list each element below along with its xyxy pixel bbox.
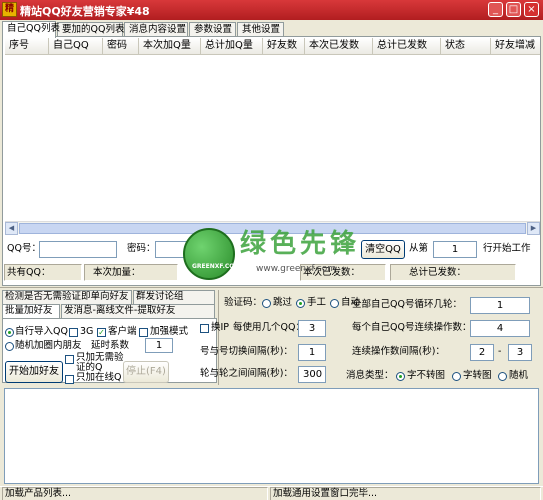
qq-label: QQ号： bbox=[7, 243, 41, 254]
only-no-verify-checkbox[interactable] bbox=[65, 355, 74, 364]
verify-skip-radio[interactable] bbox=[262, 299, 271, 308]
round-interval-label: 轮与轮之间间隔(秒)： bbox=[200, 368, 293, 379]
tab-group-discussion[interactable]: 群发讨论组 bbox=[133, 290, 215, 304]
total-sent-label: 总计已发数： bbox=[409, 267, 467, 278]
from-row-input[interactable]: 1 bbox=[433, 241, 477, 258]
col-header-total-add[interactable]: 总计加Q量 bbox=[201, 38, 263, 55]
only-online-label: 只加在线Q bbox=[76, 372, 122, 383]
msg-type-image-radio[interactable] bbox=[452, 372, 461, 381]
col-header-friends[interactable]: 好友数 bbox=[263, 38, 305, 55]
opt-boost-checkbox[interactable] bbox=[139, 328, 148, 337]
col-header-this-sent[interactable]: 本次已发数 bbox=[305, 38, 373, 55]
auto-import-radio[interactable] bbox=[5, 328, 14, 337]
msg-type-no-image-radio[interactable] bbox=[396, 372, 405, 381]
status-right: 加载通用设置窗口完毕... bbox=[270, 487, 541, 500]
opt-client-label: 客户端 bbox=[108, 326, 137, 337]
verify-manual-radio[interactable] bbox=[296, 299, 305, 308]
qq-interval-label: 号与号切换间隔(秒)： bbox=[200, 346, 293, 357]
stop-button[interactable]: 停止(F4) bbox=[123, 361, 169, 383]
tab-own-qq-list[interactable]: 自己QQ列表 bbox=[2, 21, 60, 38]
total-qq-stat: 共有QQ： bbox=[4, 264, 82, 281]
msg-type-random-label: 随机 bbox=[509, 370, 529, 381]
maximize-button[interactable]: □ bbox=[506, 2, 521, 17]
consecutive-input[interactable]: 4 bbox=[470, 320, 530, 337]
opt-boost-label: 加强模式 bbox=[150, 326, 189, 337]
watermark-logo-text: GREENXF.COM bbox=[192, 263, 241, 270]
op-interval-separator: - bbox=[498, 346, 502, 357]
tab-other-settings[interactable]: 其他设置 bbox=[237, 22, 284, 37]
qq-grid[interactable]: 序号 自己QQ 密码 本次加Q量 总计加Q量 好友数 本次已发数 总计已发数 状… bbox=[5, 38, 540, 228]
col-header-status[interactable]: 状态 bbox=[441, 38, 491, 55]
cycle-label: 全部自己QQ号循环几轮： bbox=[352, 299, 462, 310]
tab-check-one-way-friend[interactable]: 检测是否无需验证即单向好友 bbox=[2, 290, 132, 304]
only-no-verify-label: 只加无需验证的Q bbox=[76, 352, 124, 373]
qq-input[interactable] bbox=[39, 241, 117, 258]
col-header-this-add[interactable]: 本次加Q量 bbox=[139, 38, 201, 55]
col-header-friend-change[interactable]: 好友增减 bbox=[491, 38, 540, 55]
this-add-stat: 本次加量： bbox=[84, 264, 178, 281]
verify-manual-label: 手工 bbox=[307, 297, 327, 308]
app-icon: 精 bbox=[2, 2, 17, 17]
watermark-brand: 绿色先锋 bbox=[240, 229, 361, 259]
batch-add-panel: 自行导入QQ 3G ✓ 客户端 加强模式 随机加圈内朋友 延时系数 1 开始加好… bbox=[2, 318, 217, 384]
op-interval-label: 连续操作数间隔(秒)： bbox=[352, 346, 445, 357]
tab-send-msg-offline-file[interactable]: 发消息-离线文件-提取好友 bbox=[61, 304, 215, 318]
app-window: 精 精站QQ好友营销专家¥48 _ □ × 自己QQ列表 要加的QQ列表 消息内… bbox=[0, 0, 543, 500]
per-qq-input[interactable]: 3 bbox=[298, 320, 326, 337]
col-header-own-qq[interactable]: 自己QQ bbox=[49, 38, 103, 55]
scroll-right-icon[interactable]: ▶ bbox=[527, 222, 540, 235]
opt-3g-label: 3G bbox=[80, 326, 94, 337]
change-ip-checkbox[interactable] bbox=[200, 324, 209, 333]
col-header-total-sent[interactable]: 总计已发数 bbox=[373, 38, 441, 55]
from-row-label: 从第 bbox=[409, 243, 429, 254]
auto-import-label: 自行导入QQ bbox=[15, 326, 68, 337]
verify-label: 验证码： bbox=[224, 297, 263, 308]
opt-client-checkbox[interactable]: ✓ bbox=[97, 328, 106, 337]
delay-input[interactable]: 1 bbox=[145, 338, 173, 353]
start-add-friends-button[interactable]: 开始加好友 bbox=[5, 361, 63, 383]
close-button[interactable]: × bbox=[524, 2, 539, 17]
section-divider bbox=[0, 287, 543, 288]
qq-interval-input[interactable]: 1 bbox=[298, 344, 326, 361]
clear-qq-button[interactable]: 清空QQ bbox=[361, 240, 405, 259]
tab-batch-add-friends[interactable]: 批量加好友 bbox=[2, 304, 60, 318]
msg-type-random-radio[interactable] bbox=[498, 372, 507, 381]
total-sent-stat: 总计已发数： bbox=[390, 264, 516, 281]
title-bar: 精 精站QQ好友营销专家¥48 _ □ × bbox=[0, 0, 543, 20]
col-header-password[interactable]: 密码 bbox=[103, 38, 139, 55]
verify-skip-label: 跳过 bbox=[273, 297, 293, 308]
cycle-input[interactable]: 1 bbox=[470, 297, 530, 314]
msg-type-no-image-label: 字不转图 bbox=[407, 370, 446, 381]
password-label: 密码： bbox=[127, 243, 156, 254]
verify-auto-radio[interactable] bbox=[330, 299, 339, 308]
status-bar: 加载产品列表... 加载通用设置窗口完毕... bbox=[0, 486, 543, 500]
delay-label: 延时系数 bbox=[91, 340, 130, 351]
scroll-left-icon[interactable]: ◀ bbox=[5, 222, 18, 235]
col-header-index[interactable]: 序号 bbox=[5, 38, 49, 55]
op-interval-to-input[interactable]: 3 bbox=[508, 344, 532, 361]
msg-type-label: 消息类型： bbox=[346, 370, 394, 381]
random-group-radio[interactable] bbox=[5, 342, 14, 351]
watermark-url: www.greenxf.com bbox=[256, 264, 337, 274]
op-interval-from-input[interactable]: 2 bbox=[470, 344, 494, 361]
tab-message-settings[interactable]: 消息内容设置 bbox=[124, 22, 188, 37]
per-qq-label: 每使用几个QQ： bbox=[233, 322, 305, 333]
change-ip-label: 换IP bbox=[211, 322, 230, 333]
round-interval-input[interactable]: 300 bbox=[298, 366, 326, 383]
consecutive-label: 每个自己QQ号连续操作数： bbox=[352, 322, 472, 333]
tab-target-qq-list[interactable]: 要加的QQ列表 bbox=[57, 22, 124, 37]
opt-3g-checkbox[interactable] bbox=[69, 328, 78, 337]
status-left: 加载产品列表... bbox=[2, 487, 268, 500]
total-qq-label: 共有QQ： bbox=[7, 267, 51, 278]
watermark-logo bbox=[183, 228, 235, 280]
minimize-button[interactable]: _ bbox=[488, 2, 503, 17]
msg-type-image-label: 字转图 bbox=[463, 370, 492, 381]
tab-params[interactable]: 参数设置 bbox=[189, 22, 236, 37]
random-group-label: 随机加圈内朋友 bbox=[15, 340, 82, 351]
only-online-checkbox[interactable] bbox=[65, 375, 74, 384]
log-textarea[interactable] bbox=[4, 388, 539, 484]
window-title: 精站QQ好友营销专家¥48 bbox=[20, 5, 150, 18]
start-work-label: 行开始工作 bbox=[483, 243, 531, 254]
this-add-label: 本次加量： bbox=[93, 267, 141, 278]
